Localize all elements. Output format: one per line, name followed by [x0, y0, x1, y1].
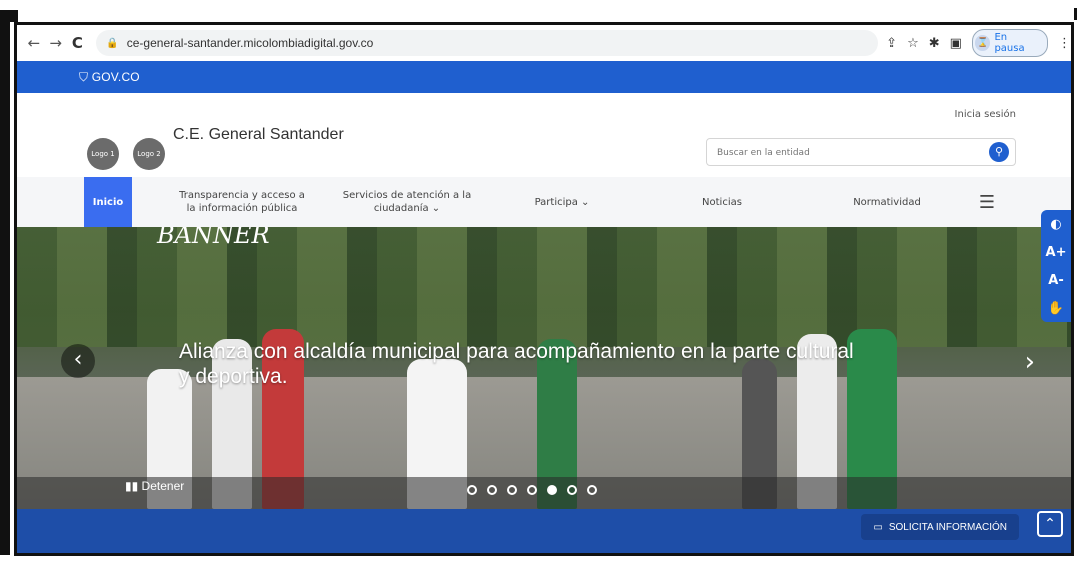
increase-font-icon[interactable]: A+ — [1046, 245, 1067, 260]
carousel-stop-button[interactable]: ▮▮ Detener — [125, 479, 184, 493]
carousel-dot[interactable] — [507, 485, 517, 495]
back-icon[interactable]: ← — [23, 34, 45, 52]
accessibility-bar: ◐ A+ A- ✋ — [1041, 210, 1071, 322]
avatar: ⌛ — [974, 35, 991, 51]
sign-language-icon[interactable]: ✋ — [1048, 301, 1064, 316]
nav-item-inicio[interactable]: Inicio — [84, 177, 132, 227]
solicita-informacion-button[interactable]: ▭ SOLICITA INFORMACIÓN — [861, 514, 1019, 540]
sidepanel-icon[interactable]: ▣ — [950, 36, 962, 51]
decrease-font-icon[interactable]: A- — [1048, 273, 1063, 288]
banner-carousel: BANNER Alianza con alcaldía municipal pa… — [17, 227, 1071, 509]
profile-status: En pausa — [994, 32, 1025, 54]
nav-item-participa[interactable]: Participa ⌄ — [512, 177, 612, 227]
profile-pause-button[interactable]: ⌛ En pausa — [971, 29, 1048, 57]
main-nav: Inicio Transparencia y acceso a la inform… — [17, 177, 1071, 227]
gov-logo[interactable]: ⛉ GOV.CO — [79, 70, 140, 85]
browser-window: ← → C 🔒 ce-general-santander.micolombiad… — [14, 22, 1074, 556]
nav-item-normatividad[interactable]: Normatividad — [832, 177, 942, 227]
carousel-dot[interactable] — [547, 485, 557, 495]
gov-bar: ⛉ GOV.CO — [17, 61, 1071, 93]
banner-caption[interactable]: Alianza con alcaldía municipal para acom… — [179, 339, 869, 389]
search-box: ⚲ — [706, 138, 1016, 166]
scroll-top-button[interactable]: ⌃ — [1037, 511, 1063, 537]
footer-bar: ▭ SOLICITA INFORMACIÓN ⌃ — [17, 509, 1071, 553]
carousel-controls: ▮▮ Detener — [17, 477, 1071, 509]
reload-icon[interactable]: C — [67, 34, 89, 52]
carousel-dot[interactable] — [587, 485, 597, 495]
search-icon[interactable]: ⚲ — [989, 142, 1009, 162]
star-icon[interactable]: ☆ — [907, 36, 919, 51]
carousel-dot[interactable] — [487, 485, 497, 495]
menu-icon[interactable]: ⋮ — [1058, 36, 1071, 51]
browser-toolbar: ← → C 🔒 ce-general-santander.micolombiad… — [17, 25, 1071, 62]
carousel-indicators — [467, 485, 597, 495]
share-icon[interactable]: ⇪ — [886, 36, 897, 51]
site-header: Logo 1 Logo 2 C.E. General Santander Ini… — [17, 93, 1071, 177]
url-text: ce-general-santander.micolombiadigital.g… — [126, 36, 374, 50]
screenshot-border-mark — [1074, 8, 1077, 20]
chat-icon: ▭ — [873, 521, 883, 533]
logo-2[interactable]: Logo 2 — [133, 138, 165, 170]
carousel-dot[interactable] — [527, 485, 537, 495]
logo-1[interactable]: Logo 1 — [87, 138, 119, 170]
carousel-dot[interactable] — [467, 485, 477, 495]
site-title[interactable]: C.E. General Santander — [173, 126, 344, 144]
address-bar[interactable]: 🔒 ce-general-santander.micolombiadigital… — [96, 30, 879, 56]
carousel-next-button[interactable]: › — [1025, 347, 1035, 377]
nav-item-servicios[interactable]: Servicios de atención a la ciudadanía ⌄ — [327, 177, 487, 227]
forward-icon[interactable]: → — [45, 34, 67, 52]
lock-icon[interactable]: 🔒 — [106, 38, 118, 49]
contrast-icon[interactable]: ◐ — [1050, 217, 1061, 232]
carousel-dot[interactable] — [567, 485, 577, 495]
login-link[interactable]: Inicia sesión — [955, 109, 1016, 120]
nav-item-noticias[interactable]: Noticias — [677, 177, 767, 227]
search-input[interactable] — [715, 140, 969, 166]
nav-item-transparencia[interactable]: Transparencia y acceso a la información p… — [167, 177, 317, 227]
carousel-prev-button[interactable]: ‹ — [61, 344, 95, 378]
banner-label: BANNER — [157, 227, 270, 249]
extensions-icon[interactable]: ✱ — [929, 36, 940, 51]
hamburger-menu-icon[interactable]: ☰ — [972, 177, 1002, 227]
screenshot-border-left — [0, 10, 10, 555]
